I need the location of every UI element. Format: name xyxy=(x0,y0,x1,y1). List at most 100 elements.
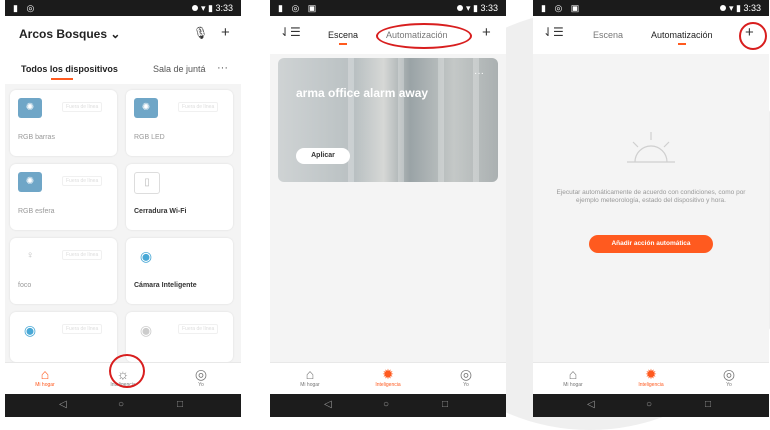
mic-icon[interactable]: 🎙︎ xyxy=(193,26,208,40)
status-time: 3:33 xyxy=(743,3,761,13)
device-name: RGB LED xyxy=(134,134,165,141)
offline-badge: Fuera de línea xyxy=(178,324,219,334)
sort-icon[interactable]: ⇃☰ xyxy=(543,25,564,39)
sun-icon: ✹ xyxy=(645,366,657,382)
device-name: Cámara Inteligente xyxy=(134,282,197,289)
recents-icon[interactable]: □ xyxy=(442,399,448,410)
tab-meeting-room[interactable]: Sala de juntá xyxy=(153,64,206,74)
home-icon: ⌂ xyxy=(40,366,50,382)
smart-header: ⇃☰ Escena Automatización + xyxy=(533,16,769,54)
bottom-tab-bar: ⌂ Mi hogar ✹ Inteligencia ◎ Yo xyxy=(533,362,769,394)
device-card[interactable]: ◉ Cámara Inteligente xyxy=(126,238,233,304)
plus-icon[interactable]: + xyxy=(482,24,491,41)
recents-icon[interactable]: □ xyxy=(705,399,711,410)
chevron-down-icon: ⌄ xyxy=(110,27,121,41)
offline-badge: Fuera de línea xyxy=(178,102,219,112)
android-nav-bar: ◁ ○ □ xyxy=(5,394,241,417)
status-time: 3:33 xyxy=(480,3,498,13)
active-tab-indicator xyxy=(51,78,73,80)
empty-state-sun-icon xyxy=(627,132,675,163)
annotation-circle xyxy=(109,354,145,388)
home-selector[interactable]: Arcos Bosques ⌄ xyxy=(19,27,120,41)
offline-badge: Fuera de línea xyxy=(62,324,103,334)
empty-state-text: Ejecutar automáticamente de acuerdo con … xyxy=(556,189,746,204)
phone-home-screen: ▮ ◎ ▾ ▮ 3:33 Arcos Bosques ⌄ 🎙︎ + Todos … xyxy=(5,0,241,417)
tab-scene[interactable]: Escena xyxy=(328,30,358,45)
phone-automation-screen: ▮ ◎ ▣ ▾ ▮ 3:33 ⇃☰ Escena Automatización … xyxy=(533,0,769,417)
annotation-circle xyxy=(376,23,472,49)
home-nav-icon[interactable]: ○ xyxy=(118,399,124,410)
tab-home[interactable]: ⌂ Mi hogar xyxy=(15,366,75,388)
tab-automation[interactable]: Automatización xyxy=(651,30,713,45)
device-name: RGB barras xyxy=(18,134,55,141)
profile-icon: ◎ xyxy=(722,366,736,382)
android-nav-bar: ◁ ○ □ xyxy=(533,394,769,417)
rgb-light-icon: ✺ xyxy=(18,172,42,192)
tab-all-devices[interactable]: Todos los dispositivos xyxy=(21,64,118,74)
sort-icon[interactable]: ⇃☰ xyxy=(280,25,301,39)
offline-badge: Fuera de línea xyxy=(62,250,103,260)
phone-scene-screen: ▮ ◎ ▣ ▾ ▮ 3:33 ⇃☰ Escena Automatización … xyxy=(270,0,506,417)
tab-home[interactable]: ⌂ Mi hogar xyxy=(543,366,603,388)
tab-me[interactable]: ◎ Yo xyxy=(436,366,496,388)
home-icon: ⌂ xyxy=(305,366,315,382)
rgb-light-icon: ✺ xyxy=(18,98,42,118)
bulb-icon: ♀ xyxy=(26,250,34,261)
device-card[interactable]: ♀ Fuera de línea foco xyxy=(10,238,117,304)
plus-icon[interactable]: + xyxy=(221,24,230,41)
annotation-circle xyxy=(739,22,767,50)
device-card[interactable]: ▯ Cerradura Wi-Fi xyxy=(126,164,233,230)
device-card[interactable]: ✺ Fuera de línea RGB LED xyxy=(126,90,233,156)
profile-icon: ◎ xyxy=(194,366,208,382)
bottom-tab-bar: ⌂ Mi hogar ✹ Inteligencia ◎ Yo xyxy=(270,362,506,394)
home-nav-icon[interactable]: ○ xyxy=(646,399,652,410)
tab-home[interactable]: ⌂ Mi hogar xyxy=(280,366,340,388)
device-card[interactable]: ◉ Fuera de línea xyxy=(10,312,117,362)
status-time: 3:33 xyxy=(215,3,233,13)
back-icon[interactable]: ◁ xyxy=(59,399,67,410)
home-nav-icon[interactable]: ○ xyxy=(383,399,389,410)
more-icon[interactable]: ··· xyxy=(217,62,228,74)
back-icon[interactable]: ◁ xyxy=(324,399,332,410)
home-header: Arcos Bosques ⌄ 🎙︎ + xyxy=(5,16,241,54)
room-tabs: Todos los dispositivos Sala de juntá ··· xyxy=(5,54,241,84)
status-icons-left: ▮ ◎ ▣ xyxy=(541,3,583,13)
apply-button[interactable]: Aplicar xyxy=(296,148,350,164)
home-icon: ⌂ xyxy=(568,366,578,382)
wifi-icon xyxy=(191,5,198,11)
device-card[interactable]: ◉ Fuera de línea xyxy=(126,312,233,362)
camera-icon: ◉ xyxy=(139,248,153,264)
tab-me[interactable]: ◎ Yo xyxy=(699,366,759,388)
profile-icon: ◎ xyxy=(459,366,473,382)
scene-title: arma office alarm away xyxy=(296,86,429,100)
device-card[interactable]: ✺ Fuera de línea RGB barras xyxy=(10,90,117,156)
offline-badge: Fuera de línea xyxy=(62,176,103,186)
rgb-light-icon: ✺ xyxy=(134,98,158,118)
recents-icon[interactable]: □ xyxy=(177,399,183,410)
door-lock-icon: ▯ xyxy=(134,172,160,194)
status-bar: ▮ ◎ ▣ ▾ ▮ 3:33 xyxy=(533,0,769,16)
device-card[interactable]: ✺ Fuera de línea RGB esfera xyxy=(10,164,117,230)
wifi-icon xyxy=(719,5,726,11)
wifi-icon xyxy=(456,5,463,11)
back-icon[interactable]: ◁ xyxy=(587,399,595,410)
more-icon[interactable]: ··· xyxy=(474,68,484,79)
status-bar: ▮ ◎ ▣ ▾ ▮ 3:33 xyxy=(270,0,506,16)
tab-scene[interactable]: Escena xyxy=(593,30,623,40)
tab-smart[interactable]: ✹ Inteligencia xyxy=(358,366,418,388)
device-name: foco xyxy=(18,282,32,289)
status-bar: ▮ ◎ ▾ ▮ 3:33 xyxy=(5,0,241,16)
device-name: Cerradura Wi-Fi xyxy=(134,208,187,215)
sun-icon: ✹ xyxy=(382,366,394,382)
add-automation-button[interactable]: Añadir acción automática xyxy=(589,235,713,253)
android-nav-bar: ◁ ○ □ xyxy=(270,394,506,417)
status-icons-left: ▮ ◎ ▣ xyxy=(278,3,320,13)
status-icons-left: ▮ ◎ xyxy=(13,3,38,13)
scene-card[interactable]: arma office alarm away ··· Aplicar xyxy=(278,58,498,182)
camera-icon: ◉ xyxy=(139,322,153,338)
tab-me[interactable]: ◎ Yo xyxy=(171,366,231,388)
offline-badge: Fuera de línea xyxy=(62,102,103,112)
camera-icon: ◉ xyxy=(23,322,37,338)
tab-smart[interactable]: ✹ Inteligencia xyxy=(621,366,681,388)
device-name: RGB esfera xyxy=(18,208,55,215)
